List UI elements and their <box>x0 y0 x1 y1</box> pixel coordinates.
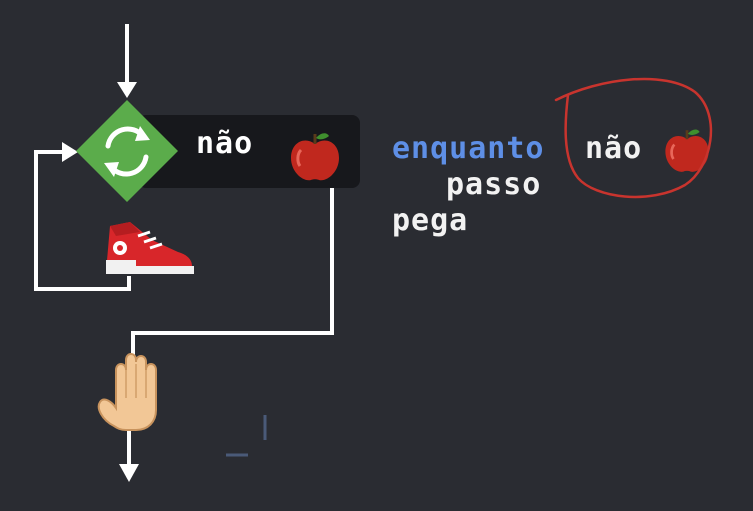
code-overlay <box>554 77 713 199</box>
